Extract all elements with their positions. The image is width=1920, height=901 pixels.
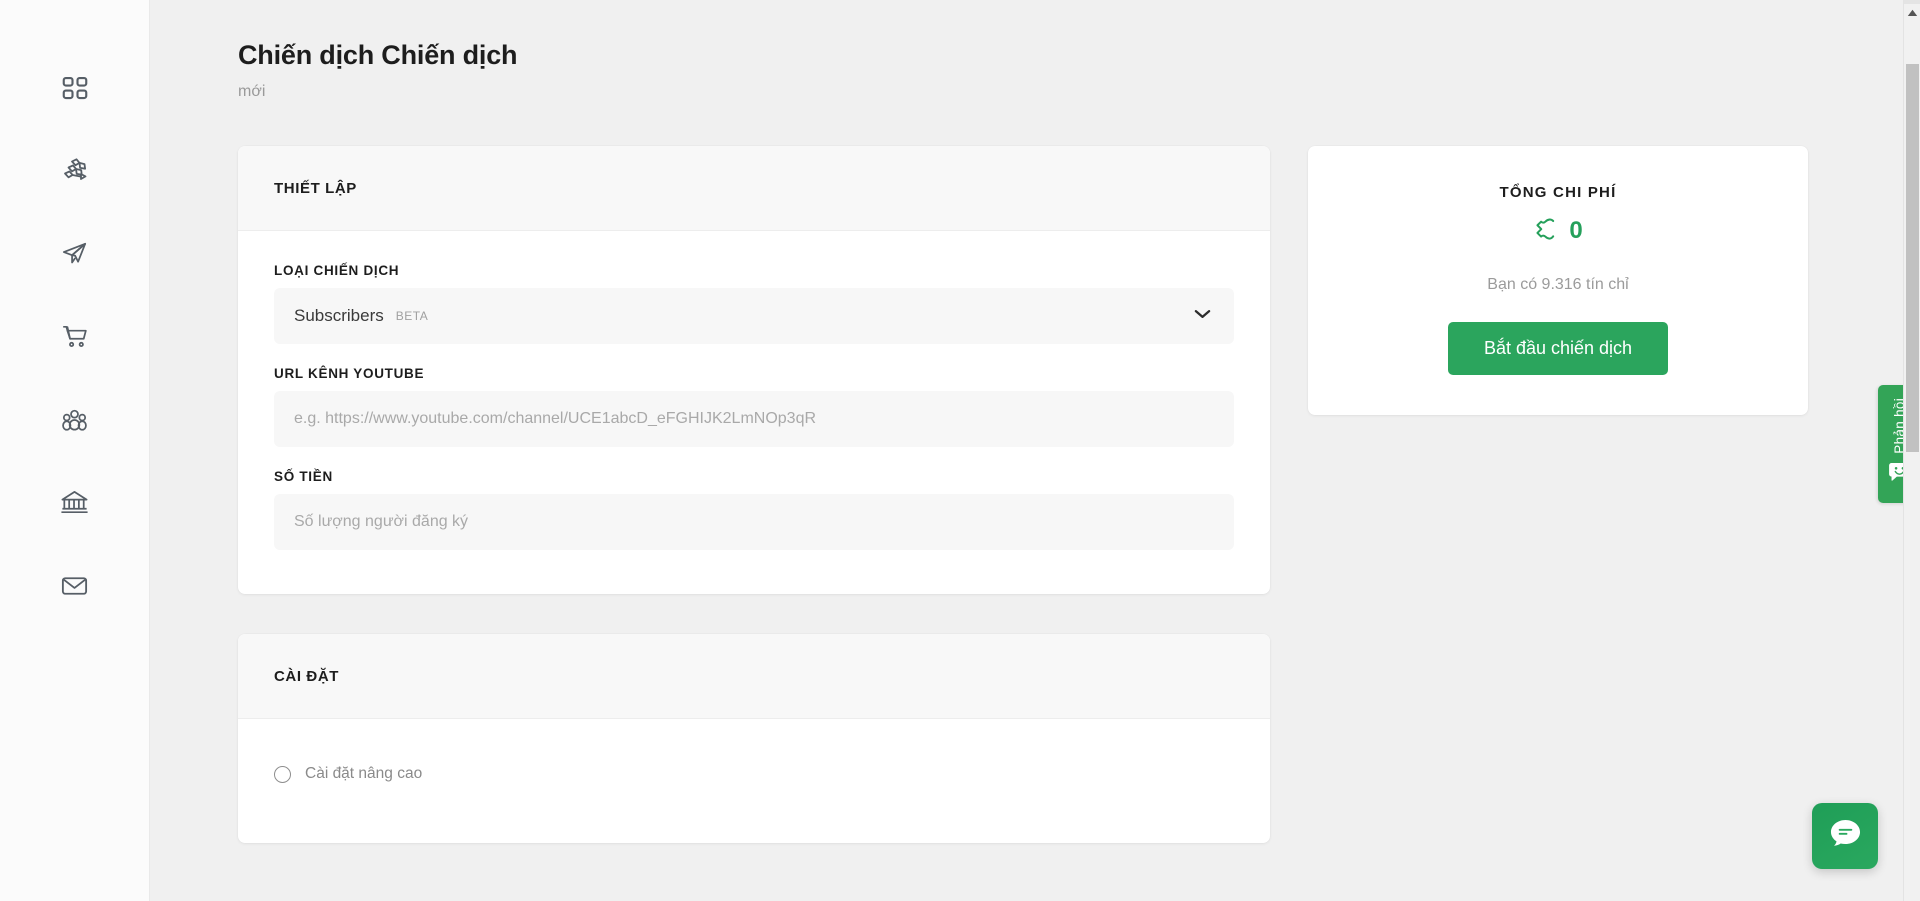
amount-placeholder: Số lượng người đăng ký [294,513,469,531]
start-campaign-button[interactable]: Bắt đầu chiến dịch [1448,322,1668,376]
youtube-url-placeholder: e.g. https://www.youtube.com/channel/UCE… [294,410,817,428]
bank-building-icon [59,487,90,518]
settings-card-body: Cài đặt nâng cao [238,719,1270,843]
sidebar-item-network[interactable] [0,129,150,212]
youtube-url-field: URL KÊNH YOUTUBE e.g. https://www.youtub… [274,366,1234,448]
advanced-settings-label: Cài đặt nâng cao [305,765,423,783]
summary-card: TỔNG CHI PHÍ 0 Bạn có 9.316 tín chỉ Bắt … [1308,146,1808,416]
summary-title: TỔNG CHI PHÍ [1499,184,1617,202]
summary-cost-value: 0 [1569,217,1583,245]
chat-bubble-icon [1829,818,1862,854]
scroll-up-arrow-icon[interactable] [1904,4,1920,21]
page-title: Chiến dịch Chiến dịch [238,40,518,70]
sidebar-item-messages[interactable] [0,544,150,627]
chevron-down-icon [1193,307,1212,325]
sidebar-item-audience[interactable] [0,378,150,461]
settings-card-header: CÀI ĐẶT [238,634,1270,720]
amount-field: SỐ TIỀN Số lượng người đăng ký [274,469,1234,551]
chat-launcher-button[interactable] [1812,803,1878,869]
vertical-scrollbar[interactable] [1903,0,1920,901]
people-group-icon [59,404,90,435]
mail-envelope-icon [59,570,90,601]
setup-card: THIẾT LẬP LOẠI CHIẾN DỊCH Subscribers BE… [238,146,1270,595]
summary-credits-text: Bạn có 9.316 tín chỉ [1487,276,1629,294]
campaign-type-label: LOẠI CHIẾN DỊCH [274,263,400,279]
content-columns: THIẾT LẬP LOẠI CHIẾN DỊCH Subscribers BE… [238,146,1818,844]
advanced-settings-row[interactable]: Cài đặt nâng cao [274,759,1234,783]
sidebar-item-billing[interactable] [0,461,150,544]
amount-label: SỐ TIỀN [274,469,333,485]
setup-card-body: LOẠI CHIẾN DỊCH Subscribers BETA URL KÊN… [238,231,1270,594]
advanced-settings-checkbox[interactable] [274,765,291,783]
campaign-type-select[interactable]: Subscribers BETA [274,288,1234,345]
network-share-icon [59,155,91,187]
youtube-url-label: URL KÊNH YOUTUBE [274,366,425,382]
settings-card-title: CÀI ĐẶT [274,668,340,686]
summary-cost-row: 0 [1338,216,1778,246]
form-column: THIẾT LẬP LOẠI CHIẾN DỊCH Subscribers BE… [238,146,1270,844]
summary-column: TỔNG CHI PHÍ 0 Bạn có 9.316 tín chỉ Bắt … [1308,146,1808,416]
setup-card-header: THIẾT LẬP [238,146,1270,232]
page-subtitle: mới [238,83,266,101]
sidebar-item-dashboard[interactable] [0,46,150,129]
scrollbar-thumb[interactable] [1906,64,1919,452]
settings-card: CÀI ĐẶT Cài đặt nâng cao [238,634,1270,844]
credit-coin-icon [1533,216,1558,246]
shopping-cart-icon [59,321,90,352]
amount-input[interactable]: Số lượng người đăng ký [274,494,1234,551]
main-content: Chiến dịch Chiến dịch mới THIẾT LẬP LOẠI… [150,0,1920,901]
send-paper-plane-icon [59,238,90,269]
youtube-url-input[interactable]: e.g. https://www.youtube.com/channel/UCE… [274,391,1234,448]
campaign-type-value: Subscribers [294,306,384,326]
app-root: Chiến dịch Chiến dịch mới THIẾT LẬP LOẠI… [0,0,1920,901]
campaign-type-field: LOẠI CHIẾN DỊCH Subscribers BETA [274,263,1234,345]
sidebar-item-campaigns[interactable] [0,212,150,295]
dashboard-grid-icon [60,73,90,103]
beta-badge: BETA [395,309,429,324]
setup-card-title: THIẾT LẬP [274,180,357,198]
left-sidebar [0,0,150,901]
sidebar-item-store[interactable] [0,295,150,378]
